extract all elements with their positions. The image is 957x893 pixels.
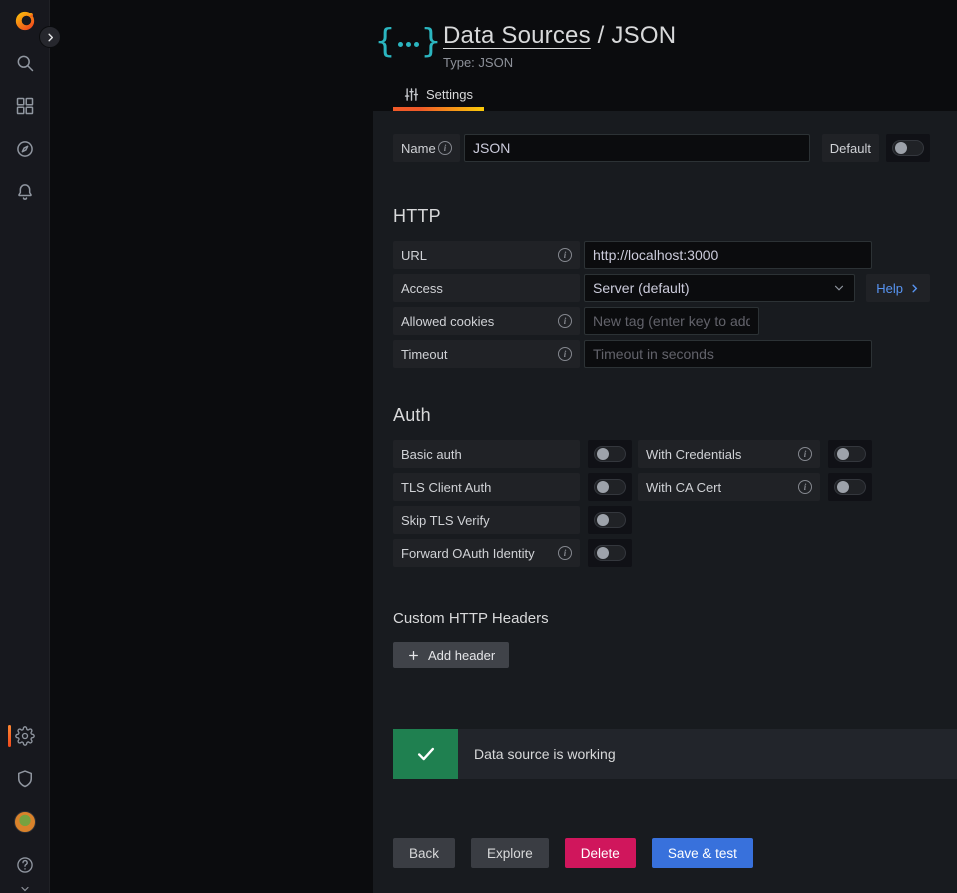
with-credentials-label: With Credentials i	[638, 440, 820, 468]
name-input[interactable]	[464, 134, 810, 162]
settings-panel: Name i Default HTTP URL i	[373, 111, 957, 893]
add-header-button[interactable]: Add header	[393, 642, 509, 668]
dashboards-grid-icon	[15, 96, 35, 116]
auth-row-2: TLS Client Auth With CA Cert i	[393, 473, 930, 501]
page-title: Data Sources / JSON	[443, 22, 676, 50]
auth-row-1: Basic auth With Credentials i	[393, 440, 930, 468]
allowed-cookies-label: Allowed cookies i	[393, 307, 580, 335]
page-subtitle: Type: JSON	[443, 55, 676, 70]
sidebar-item-search[interactable]	[0, 48, 50, 78]
default-toggle[interactable]	[886, 134, 930, 162]
with-ca-cert-toggle[interactable]	[828, 473, 872, 501]
save-test-button[interactable]: Save & test	[652, 838, 753, 868]
search-icon	[15, 53, 35, 73]
skip-tls-verify-label: Skip TLS Verify	[393, 506, 580, 534]
explore-button[interactable]: Explore	[471, 838, 549, 868]
url-input[interactable]	[584, 241, 872, 269]
tls-client-auth-toggle[interactable]	[588, 473, 632, 501]
tab-bar: Settings	[373, 87, 957, 111]
sidebar-item-help[interactable]	[0, 850, 50, 880]
sidebar-item-profile[interactable]	[0, 807, 50, 837]
info-icon[interactable]: i	[438, 141, 452, 155]
auth-section-heading: Auth	[393, 405, 930, 426]
basic-auth-toggle[interactable]	[588, 440, 632, 468]
sliders-icon	[404, 87, 419, 102]
check-icon	[393, 729, 458, 779]
delete-button[interactable]: Delete	[565, 838, 636, 868]
info-icon[interactable]: i	[798, 447, 812, 461]
info-icon[interactable]: i	[558, 248, 572, 262]
info-icon[interactable]: i	[558, 546, 572, 560]
forward-oauth-identity-toggle[interactable]	[588, 539, 632, 567]
access-label: Access	[393, 274, 580, 302]
sidebar-expand-button[interactable]	[39, 26, 61, 48]
main-area: { } Data Sources / JSON Type: JSON	[50, 0, 957, 893]
sidebar-item-dashboards[interactable]	[0, 91, 50, 121]
access-select[interactable]: Server (default)	[584, 274, 855, 302]
sidebar-item-server-admin[interactable]	[0, 764, 50, 794]
breadcrumb-link-data-sources[interactable]: Data Sources	[443, 22, 591, 49]
chevron-right-icon	[45, 32, 56, 43]
with-ca-cert-label: With CA Cert i	[638, 473, 820, 501]
toggle-switch-off	[892, 140, 924, 156]
user-avatar	[14, 811, 36, 833]
forward-oauth-identity-label: Forward OAuth Identity i	[393, 539, 580, 567]
url-label: URL i	[393, 241, 580, 269]
info-icon[interactable]: i	[558, 347, 572, 361]
back-button[interactable]: Back	[393, 838, 455, 868]
sidebar	[0, 0, 50, 893]
sidebar-item-alerting[interactable]	[0, 177, 50, 207]
basic-auth-label: Basic auth	[393, 440, 580, 468]
default-label: Default	[822, 134, 879, 162]
alert-message: Data source is working	[458, 729, 957, 779]
access-select-value: Server (default)	[593, 280, 689, 296]
page-header: { } Data Sources / JSON Type: JSON	[373, 0, 957, 70]
allowed-cookies-input[interactable]	[584, 307, 759, 335]
auth-row-4: Forward OAuth Identity i	[393, 539, 930, 567]
sidebar-bottom	[0, 708, 50, 893]
name-row: Name i Default	[393, 134, 930, 162]
http-section-heading: HTTP	[393, 206, 930, 227]
success-alert: Data source is working	[393, 729, 957, 779]
plus-icon	[407, 649, 420, 662]
timeout-label: Timeout i	[393, 340, 580, 368]
grafana-app: { } Data Sources / JSON Type: JSON	[0, 0, 957, 893]
url-row: URL i	[393, 241, 930, 269]
timeout-row: Timeout i	[393, 340, 930, 368]
chevron-down-icon	[832, 281, 846, 295]
tab-settings[interactable]: Settings	[393, 87, 484, 111]
info-icon[interactable]: i	[558, 314, 572, 328]
sidebar-item-explore[interactable]	[0, 134, 50, 164]
info-icon[interactable]: i	[798, 480, 812, 494]
custom-http-headers-heading: Custom HTTP Headers	[393, 610, 930, 627]
compass-icon	[15, 139, 35, 159]
chevron-right-icon	[909, 283, 920, 294]
allowed-cookies-row: Allowed cookies i	[393, 307, 930, 335]
chevron-down-icon	[19, 883, 31, 893]
name-label: Name i	[393, 134, 460, 162]
grafana-logo-icon	[14, 10, 36, 32]
auth-row-3: Skip TLS Verify	[393, 506, 930, 534]
timeout-input[interactable]	[584, 340, 872, 368]
tab-settings-label: Settings	[426, 87, 473, 102]
bell-icon	[15, 182, 35, 202]
sidebar-item-configuration[interactable]	[0, 721, 50, 751]
breadcrumb-current: JSON	[611, 22, 676, 49]
gear-icon	[15, 726, 35, 746]
json-datasource-icon: { }	[387, 20, 429, 60]
with-credentials-toggle[interactable]	[828, 440, 872, 468]
breadcrumb-separator: /	[591, 22, 612, 49]
skip-tls-verify-toggle[interactable]	[588, 506, 632, 534]
shield-icon	[15, 769, 35, 789]
footer-actions: Back Explore Delete Save & test	[393, 838, 930, 868]
tls-client-auth-label: TLS Client Auth	[393, 473, 580, 501]
help-icon	[15, 855, 35, 875]
access-row: Access Server (default) Help	[393, 274, 930, 302]
help-button[interactable]: Help	[866, 274, 930, 302]
